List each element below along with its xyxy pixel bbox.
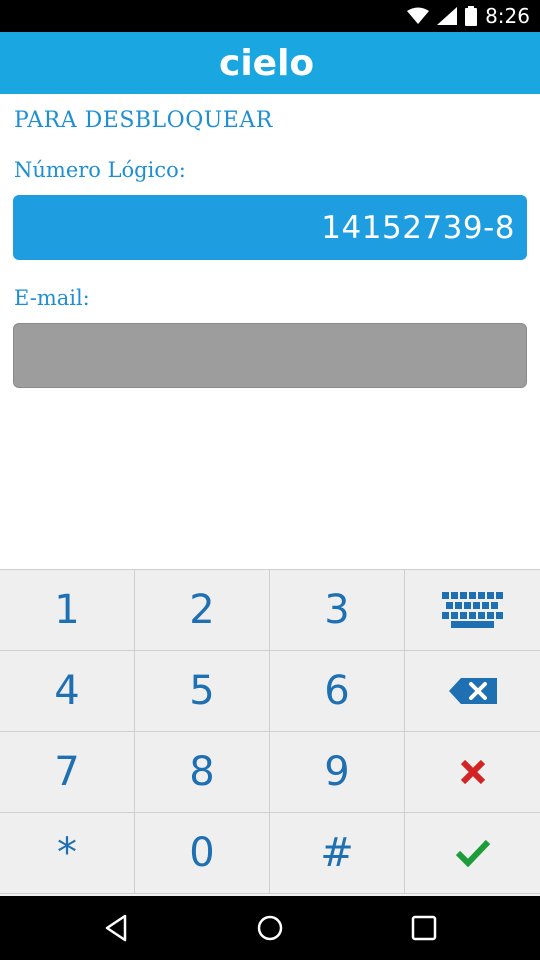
- status-bar: 8:26: [0, 0, 540, 32]
- key-4[interactable]: 4: [0, 651, 135, 732]
- cancel-button[interactable]: [405, 732, 540, 813]
- key-asterisk[interactable]: *: [0, 813, 135, 894]
- key-7[interactable]: 7: [0, 732, 135, 813]
- recents-icon: [411, 915, 436, 941]
- home-icon: [257, 915, 283, 941]
- battery-icon: [465, 6, 478, 26]
- logo-text: cielo: [219, 43, 314, 83]
- numeric-keypad: 1 2 3 4 5 6 7 8 9 * 0 #: [0, 569, 540, 896]
- status-time: 8:26: [485, 4, 530, 28]
- cielo-logo: cielo: [219, 43, 314, 83]
- email-label: E-mail:: [14, 286, 90, 310]
- signal-icon: [437, 7, 458, 25]
- key-5[interactable]: 5: [135, 651, 270, 732]
- form-title: PARA DESBLOQUEAR: [14, 108, 273, 133]
- key-0[interactable]: 0: [135, 813, 270, 894]
- wifi-icon: [407, 7, 430, 25]
- key-6[interactable]: 6: [270, 651, 405, 732]
- back-icon: [106, 914, 127, 942]
- key-1[interactable]: 1: [0, 570, 135, 651]
- confirm-button[interactable]: [405, 813, 540, 894]
- app-header: cielo: [0, 32, 540, 94]
- key-9[interactable]: 9: [270, 732, 405, 813]
- back-button[interactable]: [103, 914, 129, 942]
- email-field[interactable]: [13, 323, 527, 388]
- backspace-icon: [448, 678, 497, 704]
- keyboard-toggle-button[interactable]: [405, 570, 540, 651]
- numero-logico-label: Número Lógico:: [14, 158, 186, 182]
- navigation-bar: [0, 896, 540, 960]
- backspace-button[interactable]: [405, 651, 540, 732]
- key-2[interactable]: 2: [135, 570, 270, 651]
- status-icons: 8:26: [407, 0, 530, 32]
- keyboard-icon: [441, 592, 503, 628]
- key-hash[interactable]: #: [270, 813, 405, 894]
- numero-logico-field[interactable]: 14152739-8: [13, 195, 527, 260]
- confirm-icon: [455, 839, 490, 867]
- key-3[interactable]: 3: [270, 570, 405, 651]
- key-8[interactable]: 8: [135, 732, 270, 813]
- unlock-form: PARA DESBLOQUEAR Número Lógico: 14152739…: [0, 94, 540, 569]
- home-button[interactable]: [256, 914, 284, 942]
- cancel-icon: [460, 759, 485, 785]
- recents-button[interactable]: [411, 915, 437, 941]
